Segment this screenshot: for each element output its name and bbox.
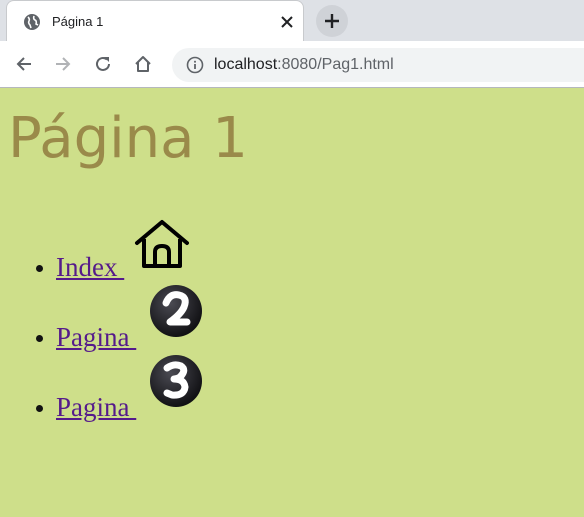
address-bar[interactable]: localhost:8080/Pag1.html — [172, 48, 584, 82]
page-title: Página 1 — [8, 106, 248, 171]
pagina-2-link[interactable]: Pagina — [56, 322, 136, 352]
url-path: :8080/Pag1.html — [277, 56, 394, 73]
list-item: Pagina — [0, 284, 584, 356]
list-item: Index — [0, 216, 584, 286]
bullet — [36, 335, 43, 342]
tab-strip: Página 1 — [0, 0, 584, 41]
info-icon[interactable] — [186, 56, 204, 74]
url-text: localhost:8080/Pag1.html — [214, 56, 394, 74]
index-link[interactable]: Index — [56, 252, 124, 282]
reload-button[interactable] — [90, 51, 116, 77]
pagina-3-link[interactable]: Pagina — [56, 392, 136, 422]
close-icon — [281, 16, 293, 28]
home-icon — [135, 56, 151, 72]
arrow-left-icon — [16, 57, 31, 71]
tab-title: Página 1 — [52, 14, 104, 29]
number-3-badge-icon[interactable] — [148, 354, 204, 408]
forward-button[interactable] — [50, 51, 76, 77]
link-list: Index Pagina Pagina — [0, 216, 584, 426]
plus-icon — [325, 14, 339, 28]
number-2-badge-icon[interactable] — [148, 284, 204, 338]
reload-icon — [96, 56, 110, 71]
url-host: localhost — [214, 56, 278, 73]
bullet — [36, 405, 43, 412]
new-tab-button[interactable] — [316, 5, 348, 37]
globe-icon — [24, 14, 40, 30]
back-button[interactable] — [11, 51, 37, 77]
page-content: Página 1 Index Pagina Pagina — [0, 88, 584, 517]
list-item: Pagina — [0, 354, 584, 426]
arrow-right-icon — [56, 57, 71, 71]
browser-toolbar: localhost:8080/Pag1.html — [0, 41, 584, 88]
home-icon[interactable] — [133, 218, 191, 270]
home-button[interactable] — [130, 51, 156, 77]
bullet — [36, 265, 43, 272]
close-tab-button[interactable] — [277, 12, 297, 32]
browser-tab[interactable]: Página 1 — [6, 0, 304, 41]
